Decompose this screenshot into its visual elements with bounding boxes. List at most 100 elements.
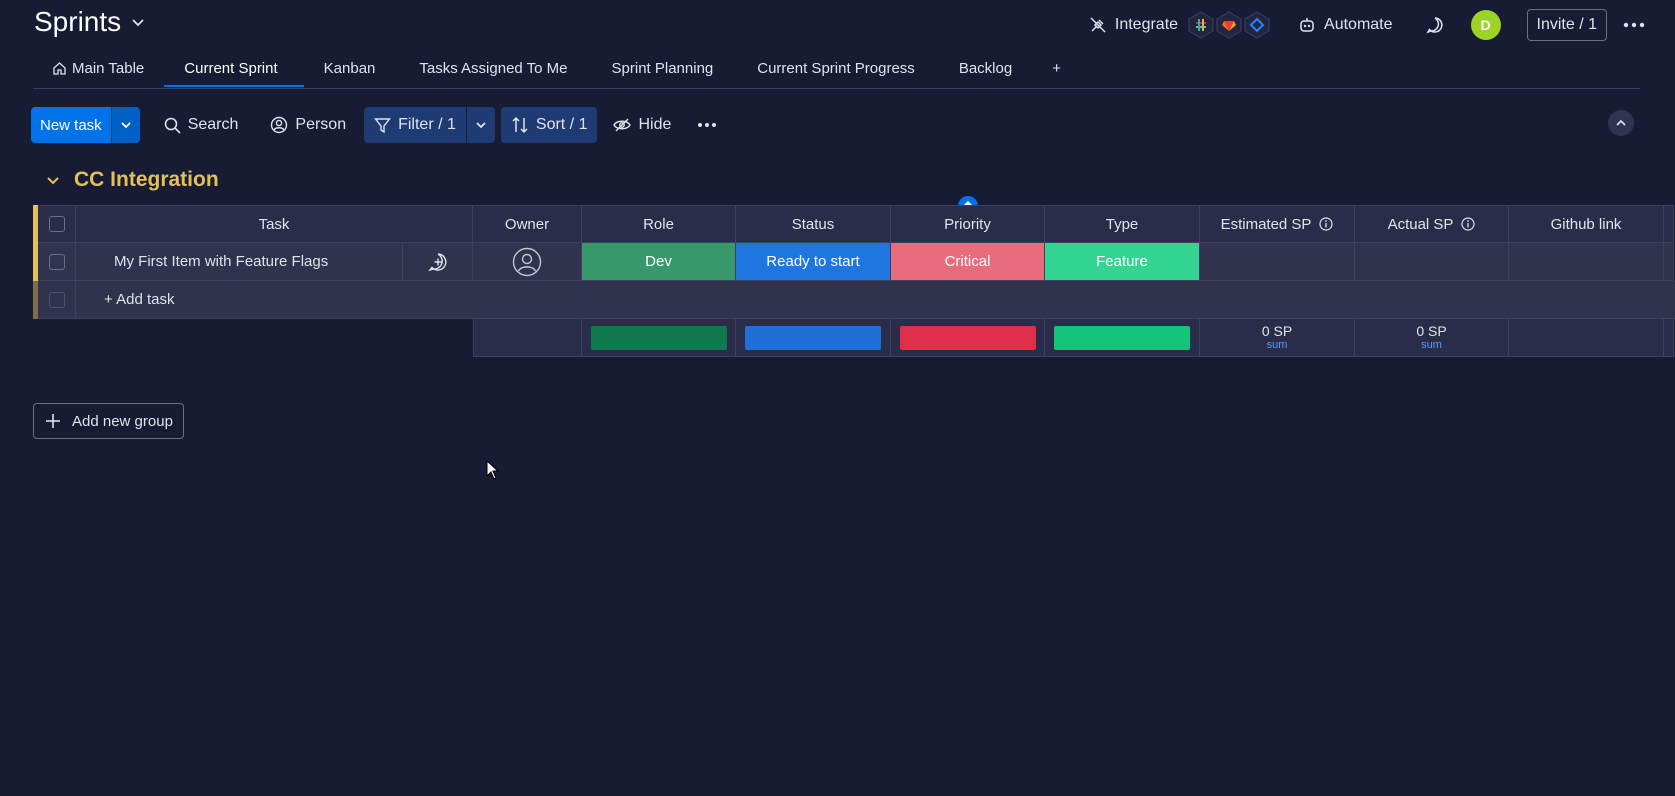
estimated-sp-total: 0 SP (1261, 323, 1293, 339)
summary-estimated-sp-cell[interactable]: 0 SP sum (1200, 319, 1355, 357)
summary-end-cell (1664, 319, 1674, 357)
summary-row: 0 SP sum 0 SP sum (473, 319, 1674, 357)
chevron-down-icon (121, 122, 131, 129)
board-title[interactable]: Sprints (34, 6, 145, 38)
summary-priority-cell[interactable] (891, 319, 1045, 357)
tab-backlog[interactable]: Backlog (947, 56, 1032, 85)
actual-sp-cell[interactable] (1355, 243, 1509, 281)
new-task-dropdown[interactable] (110, 107, 140, 143)
type-cell[interactable]: Feature (1045, 243, 1200, 281)
tab-main-table[interactable]: Main Table (42, 56, 156, 85)
tab-label: Sprint Planning (611, 60, 714, 77)
row-checkbox[interactable] (48, 253, 65, 270)
add-task-input[interactable]: + Add task (76, 281, 1675, 319)
status-cell[interactable]: Ready to start (736, 243, 891, 281)
col-header-github-link[interactable]: Github link (1509, 205, 1664, 243)
role-cell[interactable]: Dev (582, 243, 736, 281)
tab-label: Current Sprint (184, 60, 278, 77)
add-new-group-button[interactable]: Add new group (33, 403, 184, 439)
github-link-cell[interactable] (1509, 243, 1664, 281)
tab-sprint-planning[interactable]: Sprint Planning (600, 56, 738, 85)
eye-off-icon (613, 118, 632, 132)
chevron-down-icon (47, 177, 59, 185)
col-header-task[interactable]: Task (76, 205, 473, 243)
summary-status-cell[interactable] (736, 319, 891, 357)
gitlab-icon[interactable] (1216, 11, 1242, 39)
col-header-priority[interactable]: Priority (891, 205, 1045, 243)
tab-tasks-assigned-to-me[interactable]: Tasks Assigned To Me (407, 56, 591, 85)
add-view-label: + (1052, 60, 1061, 77)
col-header-status[interactable]: Status (736, 205, 891, 243)
col-header-estimated-sp[interactable]: Estimated SP (1200, 205, 1355, 243)
summary-role-cell[interactable] (582, 319, 736, 357)
owner-cell[interactable] (473, 243, 582, 281)
tab-label: Tasks Assigned To Me (419, 60, 568, 77)
priority-distribution-bar (899, 325, 1036, 350)
integrate-icon (1090, 17, 1106, 33)
person-placeholder-icon (512, 247, 542, 276)
col-header-role[interactable]: Role (582, 205, 736, 243)
person-filter-button[interactable]: Person (260, 107, 356, 143)
task-name: My First Item with Feature Flags (114, 253, 329, 270)
filter-dropdown[interactable] (465, 107, 495, 143)
select-all-checkbox[interactable] (48, 216, 65, 232)
new-task-split-button: New task (31, 107, 140, 143)
filter-button[interactable]: Filter / 1 (364, 107, 466, 143)
updates-icon[interactable] (1425, 15, 1445, 35)
role-label: Dev (645, 253, 672, 270)
col-header-label: Github link (1550, 215, 1622, 233)
avatar-initial: D (1480, 17, 1491, 33)
board-toolbar: New task Search Person Filter / 1 Sort /… (31, 107, 727, 143)
sort-icon (512, 116, 528, 134)
tab-label: Kanban (323, 60, 376, 77)
summary-type-cell[interactable] (1045, 319, 1200, 357)
slack-icon[interactable] (1188, 11, 1214, 39)
person-label: Person (295, 116, 347, 133)
more-options-icon (698, 123, 717, 127)
avatar[interactable]: D (1470, 10, 1501, 40)
more-toolbar-button[interactable] (687, 107, 727, 143)
invite-label: Invite / 1 (1536, 16, 1597, 33)
integrate-button[interactable]: Integrate (1089, 16, 1178, 34)
person-icon (271, 116, 288, 134)
summary-owner-cell (473, 319, 582, 357)
col-header-owner[interactable]: Owner (473, 205, 582, 243)
chevron-down-icon (132, 19, 144, 27)
priority-label: Critical (944, 253, 991, 270)
hide-button[interactable]: Hide (603, 107, 681, 143)
sort-button[interactable]: Sort / 1 (501, 107, 598, 143)
search-button[interactable]: Search (154, 107, 249, 143)
more-options-icon[interactable] (1623, 22, 1645, 28)
mouse-cursor-icon (486, 459, 500, 485)
col-header-type[interactable]: Type (1045, 205, 1200, 243)
priority-cell[interactable]: Critical (891, 243, 1045, 281)
col-header-label: Estimated SP (1220, 215, 1312, 233)
new-task-button[interactable]: New task (31, 107, 111, 143)
search-icon (164, 117, 181, 134)
tab-kanban[interactable]: Kanban (312, 56, 400, 85)
estimated-sp-function: sum (1266, 339, 1288, 351)
sort-label: Sort / 1 (535, 116, 588, 133)
estimated-sp-cell[interactable] (1200, 243, 1355, 281)
jira-icon[interactable] (1244, 11, 1270, 39)
summary-actual-sp-cell[interactable]: 0 SP sum (1355, 319, 1509, 357)
task-name-cell[interactable]: My First Item with Feature Flags (76, 243, 403, 281)
row-select-cell (38, 243, 76, 281)
tab-label: Current Sprint Progress (757, 60, 915, 77)
automate-button[interactable]: Automate (1298, 16, 1393, 34)
tab-current-sprint-progress[interactable]: Current Sprint Progress (745, 56, 939, 85)
group-header[interactable]: CC Integration (46, 168, 219, 192)
col-header-add[interactable] (1664, 205, 1674, 243)
updates-cell[interactable] (403, 243, 473, 281)
status-distribution-bar (745, 325, 881, 350)
collapse-header-button[interactable] (1608, 110, 1634, 136)
col-header-label: Role (643, 215, 674, 233)
add-task-label: + Add task (104, 291, 175, 308)
col-header-actual-sp[interactable]: Actual SP (1355, 205, 1509, 243)
add-view-button[interactable]: + (1040, 56, 1073, 85)
invite-button[interactable]: Invite / 1 (1526, 9, 1607, 41)
tab-current-sprint[interactable]: Current Sprint (164, 56, 305, 87)
sort-button-wrap: Sort / 1 (500, 107, 598, 143)
info-icon[interactable] (1319, 217, 1334, 231)
info-icon[interactable] (1461, 217, 1476, 231)
